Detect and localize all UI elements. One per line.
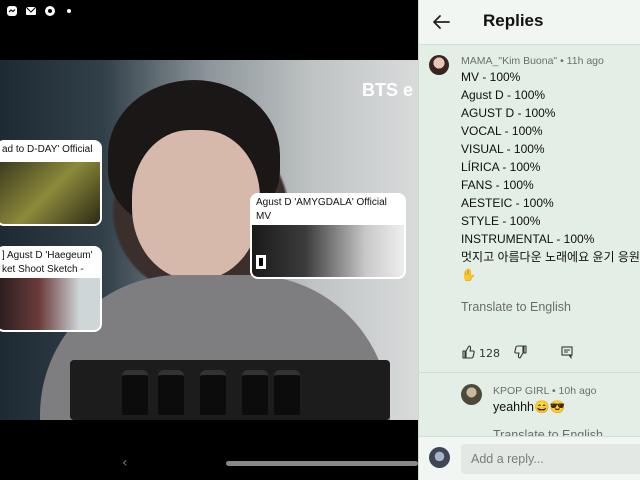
dot-icon	[63, 5, 75, 17]
comment-line: LÍRICA - 100%	[461, 160, 541, 174]
card-title-line2: ket Shoot Sketch -	[2, 264, 84, 275]
video-person-face	[132, 130, 260, 280]
mixer-knob	[274, 370, 300, 415]
mail-icon	[25, 5, 37, 17]
comment-line: VISUAL - 100%	[461, 142, 545, 156]
reply-meta: KPOP GIRL • 10h ago	[493, 385, 597, 397]
reply-input-bar: Add a reply...	[419, 436, 640, 480]
comment-line: AESTEIC - 100%	[461, 196, 554, 210]
thumbs-down-icon	[514, 344, 528, 362]
comment-actions: 128	[461, 344, 574, 362]
video-mixer	[70, 360, 390, 420]
mixer-knob	[122, 370, 148, 415]
thumbs-up-icon	[461, 344, 475, 362]
card-title: ] Agust D 'Haegeum'	[2, 250, 93, 261]
dislike-button[interactable]	[514, 344, 528, 362]
comment-time: 11h ago	[566, 55, 604, 67]
mixer-knob	[158, 370, 184, 415]
card-thumbnail	[0, 278, 100, 330]
reply-body: yeahhh😄😎	[493, 400, 566, 414]
like-button[interactable]: 128	[461, 344, 500, 362]
panel-title: Replies	[483, 11, 544, 30]
reply-time: 10h ago	[558, 385, 597, 397]
reply-button[interactable]	[560, 345, 574, 362]
comment-line: AGUST D - 100%	[461, 106, 556, 120]
card-title: Agust D 'AMYGDALA' Official	[256, 197, 387, 208]
user-avatar[interactable]	[429, 447, 450, 468]
end-screen-card[interactable]: ] Agust D 'Haegeum' ket Shoot Sketch -	[0, 246, 102, 332]
system-nav-bar	[0, 420, 418, 480]
divider	[419, 372, 640, 373]
card-thumbnail	[252, 225, 404, 277]
meta-separator: •	[551, 385, 559, 397]
comment-line: MV - 100%	[461, 70, 521, 84]
status-bar	[0, 0, 418, 22]
comment-meta: MAMA_"Kim Buona" • 11h ago	[461, 55, 604, 67]
comment-body: MV - 100% Agust D - 100% AGUST D - 100% …	[461, 68, 640, 284]
reply-input[interactable]: Add a reply...	[461, 444, 640, 474]
chrome-icon	[44, 5, 56, 17]
comment-line: FANS - 100%	[461, 178, 534, 192]
messenger-icon	[6, 5, 18, 17]
comment-line: Agust D - 100%	[461, 88, 546, 102]
back-arrow-icon[interactable]	[429, 10, 453, 34]
comment-line: INSTRUMENTAL - 100%	[461, 232, 595, 246]
card-title-line2: MV	[256, 211, 271, 222]
like-count: 128	[479, 346, 500, 360]
replies-panel: Replies MAMA_"Kim Buona" • 11h ago MV - …	[418, 0, 640, 480]
comment-line: ✋	[461, 268, 476, 282]
card-title: ad to D-DAY' Official	[2, 144, 93, 155]
video-player[interactable]: BTS e ad to D-DAY' Official Agust D 'AMY…	[0, 60, 418, 420]
video-watermark: BTS e	[362, 80, 414, 100]
mixer-knob	[200, 370, 226, 415]
comment-line: 멋지고 아름다운 노래에요 윤기 응원	[461, 250, 640, 264]
comment-icon	[560, 345, 574, 362]
comment-author[interactable]: MAMA_"Kim Buona"	[461, 55, 557, 67]
comment-avatar[interactable]	[429, 55, 449, 75]
translate-link[interactable]: Translate to English	[461, 300, 571, 314]
reply-author[interactable]: KPOP GIRL	[493, 385, 549, 397]
end-screen-card[interactable]: Agust D 'AMYGDALA' Official MV	[250, 193, 406, 279]
card-thumbnail	[0, 162, 100, 224]
nav-home-pill[interactable]	[226, 461, 418, 466]
nav-back-icon[interactable]: ‹	[122, 455, 128, 471]
meta-separator: •	[560, 55, 567, 67]
end-screen-card[interactable]: ad to D-DAY' Official	[0, 140, 102, 226]
bighit-logo	[256, 255, 286, 273]
comment-line: STYLE - 100%	[461, 214, 541, 228]
comment-line: VOCAL - 100%	[461, 124, 543, 138]
mixer-knob	[242, 370, 268, 415]
panel-header: Replies	[419, 0, 640, 45]
reply-avatar[interactable]	[461, 384, 482, 405]
